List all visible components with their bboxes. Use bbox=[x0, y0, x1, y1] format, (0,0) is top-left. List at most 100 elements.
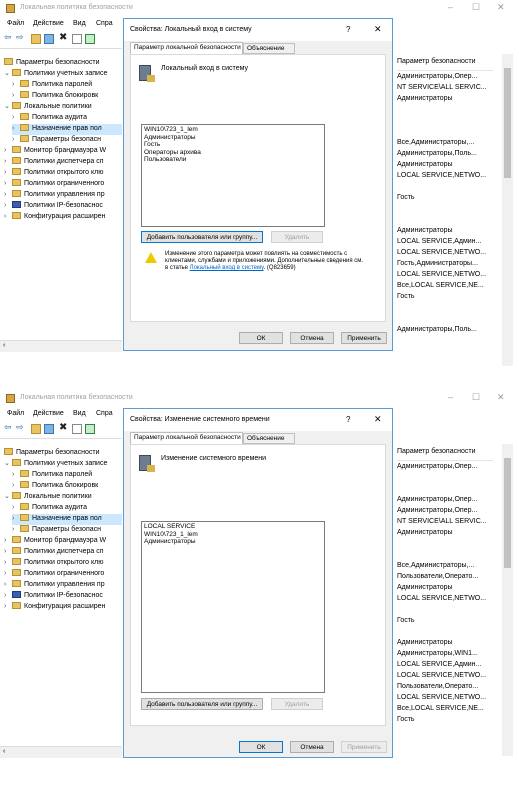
scroll-left-icon[interactable]: ‹ bbox=[3, 342, 5, 349]
chevron-right-icon[interactable]: › bbox=[12, 92, 20, 99]
tree-item-firewall-monitor[interactable]: › Монитор брандмауэра W bbox=[4, 536, 106, 547]
tree-item-advanced-audit[interactable]: › Конфигурация расширен bbox=[4, 602, 105, 613]
chevron-right-icon[interactable]: › bbox=[12, 114, 20, 121]
dialog-close-icon[interactable]: ✕ bbox=[374, 414, 382, 425]
menu-help[interactable]: Спра bbox=[96, 20, 113, 27]
column-header-security-setting[interactable]: Параметр безопасности bbox=[397, 58, 493, 71]
add-user-button[interactable]: Добавить пользователя или группу... bbox=[141, 231, 263, 243]
remove-button[interactable]: Удалить bbox=[271, 698, 323, 710]
chevron-right-icon[interactable]: › bbox=[4, 559, 12, 566]
tree-horizontal-scrollbar[interactable]: ‹ bbox=[0, 746, 122, 758]
list-item[interactable]: Администраторы bbox=[144, 538, 322, 546]
tree-item-security-settings[interactable]: Параметры безопасности bbox=[4, 58, 100, 69]
chevron-right-icon[interactable]: › bbox=[4, 603, 12, 610]
menu-file[interactable]: Файл bbox=[7, 410, 24, 417]
chevron-right-icon[interactable]: › bbox=[12, 504, 20, 511]
tree-item-software-restriction[interactable]: › Политики ограниченного bbox=[4, 569, 104, 580]
forward-arrow-icon[interactable]: ⇨ bbox=[16, 422, 26, 432]
add-user-button[interactable]: Добавить пользователя или группу... bbox=[141, 698, 263, 710]
chevron-right-icon[interactable]: › bbox=[12, 136, 20, 143]
scrollbar-thumb[interactable] bbox=[504, 458, 511, 568]
tree-item-network-list-manager[interactable]: › Политики диспетчера сп bbox=[4, 547, 104, 558]
tree-item-software-restriction[interactable]: › Политики ограниченного bbox=[4, 179, 104, 190]
chevron-down-icon[interactable]: ⌄ bbox=[4, 69, 12, 77]
tree-item-advanced-audit[interactable]: › Конфигурация расширен bbox=[4, 212, 105, 223]
cancel-button[interactable]: Отмена bbox=[290, 741, 334, 753]
chevron-down-icon[interactable]: ⌄ bbox=[4, 459, 12, 467]
chevron-right-icon[interactable]: › bbox=[4, 570, 12, 577]
chevron-down-icon[interactable]: ⌄ bbox=[4, 492, 12, 500]
members-list[interactable]: WIN10\723_1_lem Администраторы Гость Опе… bbox=[141, 124, 325, 227]
properties-icon[interactable] bbox=[72, 34, 82, 44]
chevron-right-icon[interactable]: › bbox=[12, 482, 20, 489]
maximize-icon[interactable]: ☐ bbox=[472, 2, 480, 13]
chevron-right-icon[interactable]: › bbox=[12, 125, 20, 132]
warning-link[interactable]: Локальный вход в систему bbox=[190, 265, 264, 271]
chevron-right-icon[interactable]: › bbox=[12, 515, 20, 522]
list-item[interactable]: Пользователи bbox=[144, 156, 322, 164]
list-item[interactable]: LOCAL SERVICE bbox=[144, 523, 322, 531]
scroll-left-icon[interactable]: ‹ bbox=[3, 748, 5, 755]
apply-button[interactable]: Применить bbox=[341, 741, 387, 753]
chevron-right-icon[interactable]: › bbox=[4, 202, 12, 209]
delete-icon[interactable]: ✖ bbox=[59, 422, 69, 433]
tree-item-lockout-policy[interactable]: › Политика блокировк bbox=[12, 481, 98, 492]
menu-file[interactable]: Файл bbox=[7, 20, 24, 27]
ok-button[interactable]: ОК bbox=[239, 332, 283, 344]
chevron-right-icon[interactable]: › bbox=[4, 592, 12, 599]
menu-view[interactable]: Вид bbox=[73, 20, 86, 27]
column-header-security-setting[interactable]: Параметр безопасности bbox=[397, 448, 493, 461]
tree-item-user-rights-assignment[interactable]: › Назначение прав пол bbox=[12, 124, 122, 135]
console-tree-icon[interactable] bbox=[44, 424, 54, 434]
tree-item-local-policies[interactable]: ⌄ Локальные политики bbox=[4, 102, 92, 113]
tree-item-password-policy[interactable]: › Политика паролей bbox=[12, 80, 92, 91]
cancel-button[interactable]: Отмена bbox=[290, 332, 334, 344]
chevron-right-icon[interactable]: › bbox=[4, 537, 12, 544]
tree-item-user-rights-assignment[interactable]: › Назначение прав пол bbox=[12, 514, 122, 525]
menu-action[interactable]: Действие bbox=[33, 20, 64, 27]
menu-help[interactable]: Спра bbox=[96, 410, 113, 417]
list-item[interactable]: WIN10\723_1_lem bbox=[144, 531, 322, 539]
delete-icon[interactable]: ✖ bbox=[59, 32, 69, 43]
tree-item-security-settings[interactable]: Параметры безопасности bbox=[4, 448, 100, 459]
menu-view[interactable]: Вид bbox=[73, 410, 86, 417]
maximize-icon[interactable]: ☐ bbox=[472, 392, 480, 403]
tree-item-account-policies[interactable]: ⌄ Политики учетных записе bbox=[4, 459, 107, 470]
tree-item-audit-policy[interactable]: › Политика аудита bbox=[12, 503, 87, 514]
tree-item-firewall-monitor[interactable]: › Монитор брандмауэра W bbox=[4, 146, 106, 157]
help-icon[interactable]: ? bbox=[346, 415, 350, 424]
scrollbar-thumb[interactable] bbox=[504, 68, 511, 178]
tree-item-ip-security[interactable]: › Политики IP-безопаснос bbox=[4, 201, 103, 212]
chevron-right-icon[interactable]: › bbox=[4, 180, 12, 187]
chevron-right-icon[interactable]: › bbox=[4, 147, 12, 154]
back-arrow-icon[interactable]: ⇦ bbox=[4, 32, 14, 42]
chevron-right-icon[interactable]: › bbox=[4, 158, 12, 165]
tree-item-security-options[interactable]: › Параметры безопасн bbox=[12, 135, 101, 146]
help-icon[interactable]: ? bbox=[346, 25, 350, 34]
dialog-close-icon[interactable]: ✕ bbox=[374, 24, 382, 35]
tree-item-ip-security[interactable]: › Политики IP-безопаснос bbox=[4, 591, 103, 602]
list-item[interactable]: Гость bbox=[144, 141, 322, 149]
properties-icon[interactable] bbox=[72, 424, 82, 434]
list-item[interactable]: Администраторы bbox=[144, 134, 322, 142]
remove-button[interactable]: Удалить bbox=[271, 231, 323, 243]
members-list[interactable]: LOCAL SERVICE WIN10\723_1_lem Администра… bbox=[141, 521, 325, 693]
close-icon[interactable]: ✕ bbox=[497, 392, 505, 403]
tree-item-security-options[interactable]: › Параметры безопасн bbox=[12, 525, 101, 536]
close-icon[interactable]: ✕ bbox=[497, 2, 505, 13]
export-icon[interactable] bbox=[85, 424, 95, 434]
back-arrow-icon[interactable]: ⇦ bbox=[4, 422, 14, 432]
tree-item-application-control[interactable]: › Политики управления пр bbox=[4, 580, 105, 591]
ok-button[interactable]: ОК bbox=[239, 741, 283, 753]
tab-explain[interactable]: Объяснение bbox=[243, 433, 295, 444]
list-item[interactable]: WIN10\723_1_lem bbox=[144, 126, 322, 134]
tree-item-account-policies[interactable]: ⌄ Политики учетных записе bbox=[4, 69, 107, 80]
right-pane-scrollbar[interactable] bbox=[502, 444, 513, 756]
chevron-right-icon[interactable]: › bbox=[12, 81, 20, 88]
right-pane-scrollbar[interactable] bbox=[502, 54, 513, 366]
tree-item-password-policy[interactable]: › Политика паролей bbox=[12, 470, 92, 481]
tree-item-lockout-policy[interactable]: › Политика блокировк bbox=[12, 91, 98, 102]
chevron-right-icon[interactable]: › bbox=[4, 169, 12, 176]
minimize-icon[interactable]: – bbox=[448, 392, 453, 402]
tree-item-audit-policy[interactable]: › Политика аудита bbox=[12, 113, 87, 124]
